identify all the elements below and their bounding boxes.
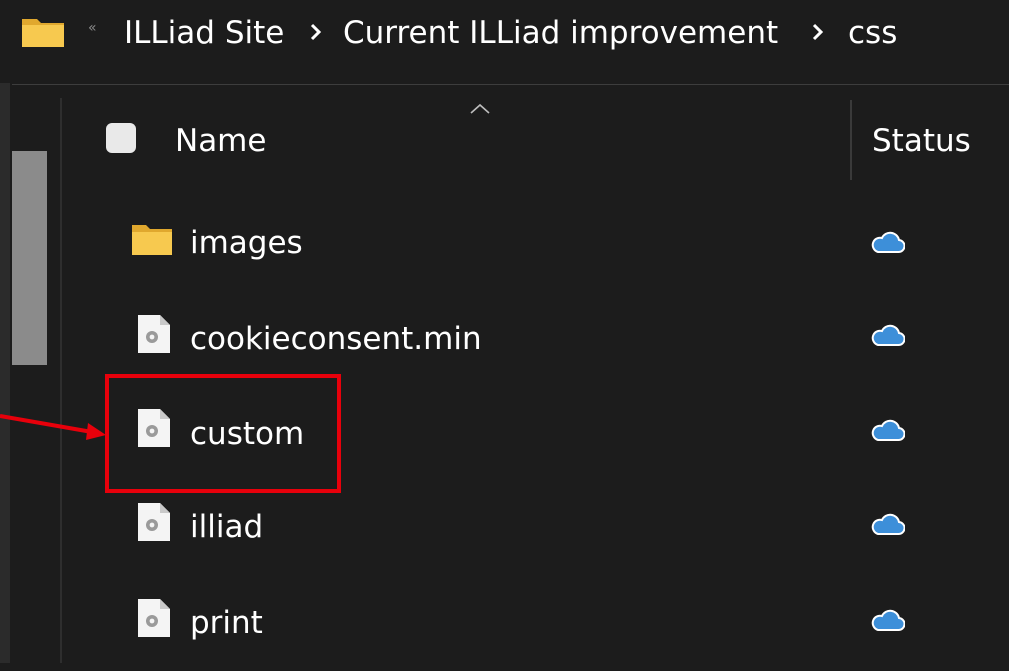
highlight-box: [105, 374, 341, 493]
annotation-arrow-icon: [0, 414, 106, 440]
cloud-icon: [871, 419, 905, 441]
nav-scrollbar-thumb[interactable]: [12, 151, 47, 365]
file-name: illiad: [190, 509, 264, 545]
column-divider[interactable]: [850, 100, 852, 180]
chevron-right-icon[interactable]: [812, 23, 824, 41]
folder-icon: [132, 225, 172, 255]
cloud-icon: [871, 231, 905, 253]
css-file-icon: [138, 503, 170, 541]
chevron-right-icon[interactable]: [310, 23, 322, 41]
address-bar-divider: [12, 84, 1009, 85]
css-file-icon: [138, 599, 170, 637]
column-header-status[interactable]: Status: [872, 121, 971, 161]
address-bar[interactable]: « ILLiad Site Current ILLiad improvement…: [0, 0, 1009, 83]
file-name: images: [190, 225, 303, 261]
cloud-icon: [871, 609, 905, 631]
cloud-icon: [871, 324, 905, 346]
file-name: cookieconsent.min: [190, 321, 482, 357]
window-left-edge: [0, 0, 10, 663]
breadcrumb-item-css[interactable]: css: [848, 13, 897, 53]
css-file-icon: [138, 315, 170, 353]
list-item-cookieconsent-min[interactable]: cookieconsent.min: [62, 291, 1009, 385]
sort-ascending-icon: [470, 103, 490, 114]
breadcrumb-item-illiad-site[interactable]: ILLiad Site: [124, 13, 284, 53]
list-item-images[interactable]: images: [62, 195, 1009, 289]
list-item-illiad[interactable]: illiad: [62, 481, 1009, 575]
breadcrumb-item-current-illiad-improvement[interactable]: Current ILLiad improvement: [343, 13, 778, 53]
list-item-print[interactable]: print: [62, 577, 1009, 671]
folder-icon: [22, 19, 64, 47]
breadcrumb-overflow-icon[interactable]: «: [88, 20, 97, 36]
select-all-checkbox[interactable]: [106, 123, 136, 153]
cloud-icon: [871, 513, 905, 535]
file-name: print: [190, 605, 263, 641]
column-header-name[interactable]: Name: [175, 121, 266, 161]
